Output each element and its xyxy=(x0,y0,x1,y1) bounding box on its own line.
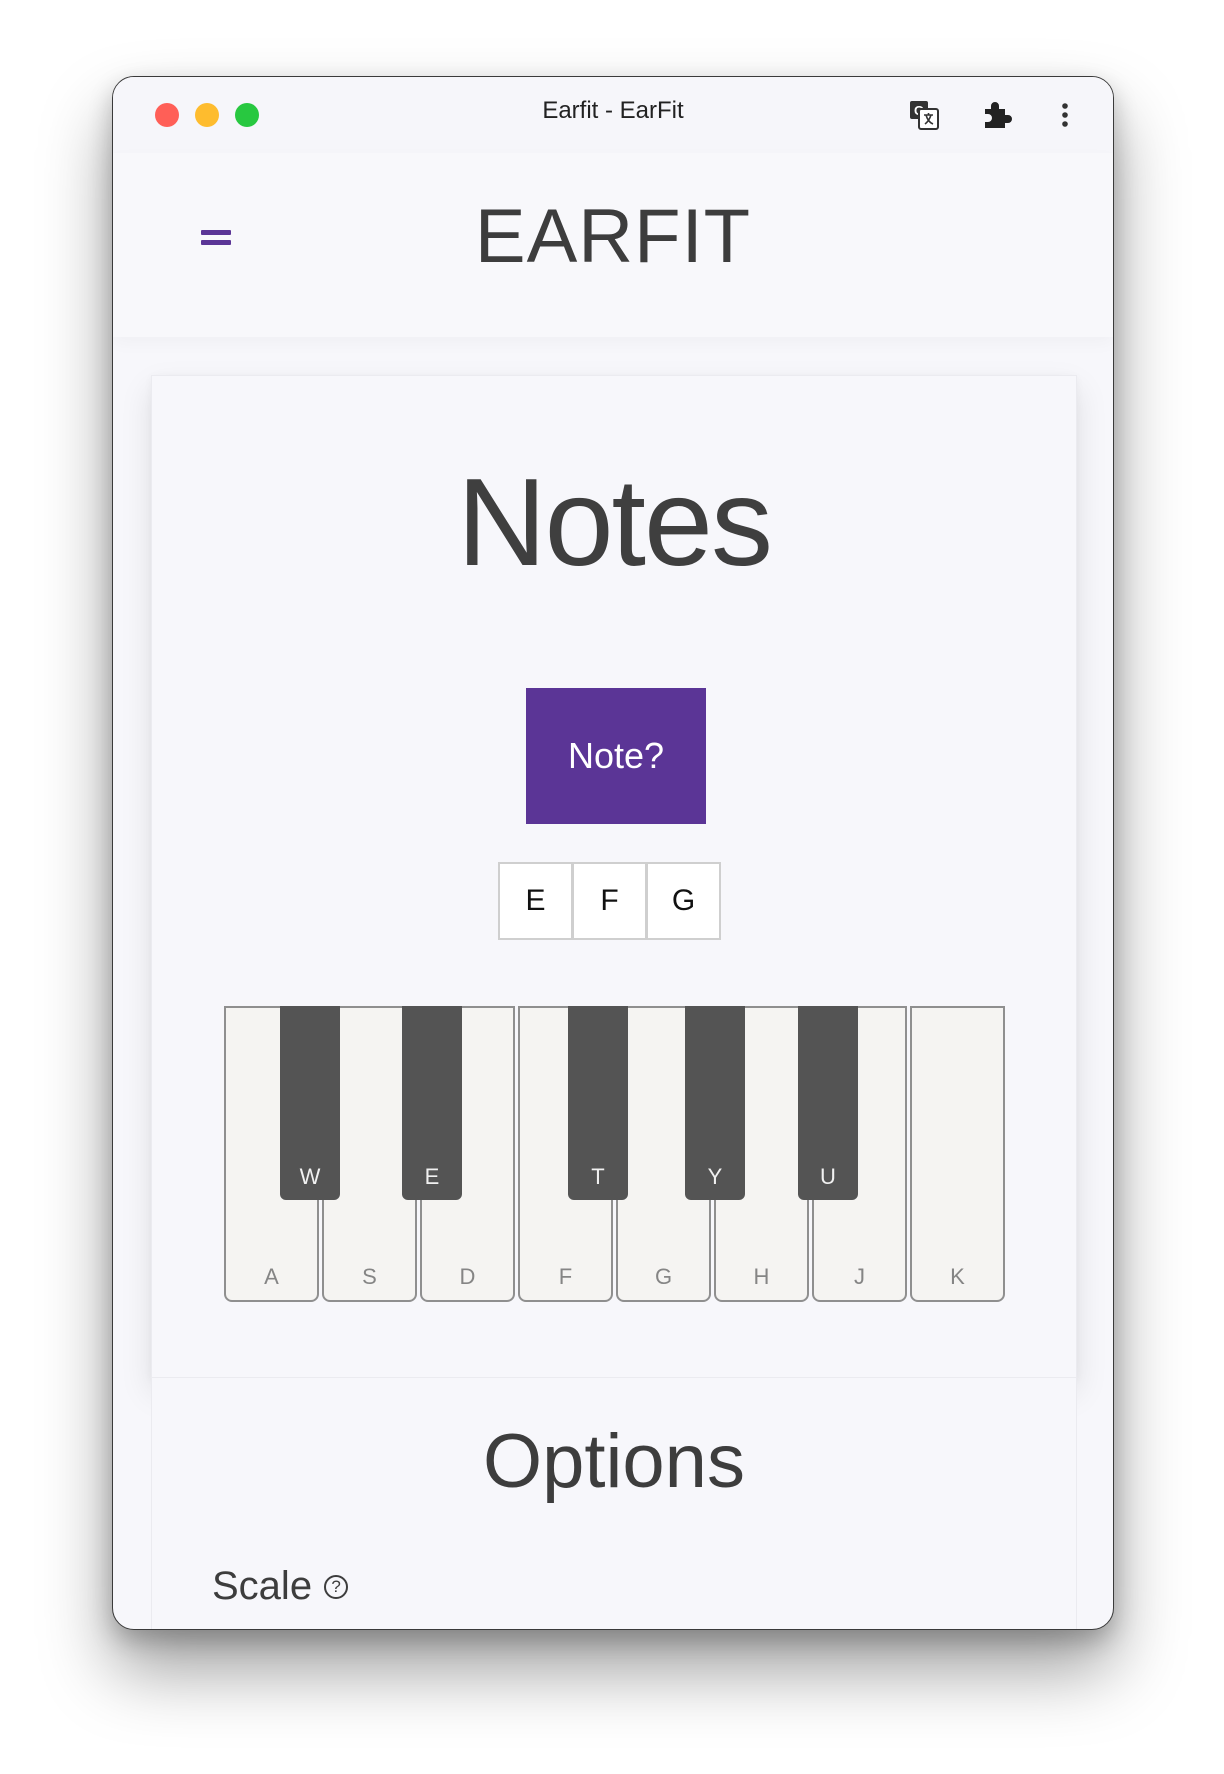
answer-choices: E F G xyxy=(498,862,721,940)
black-key-w[interactable]: W xyxy=(280,1006,340,1200)
exercise-card: Notes Note? E F G A S D F G H J K W E T … xyxy=(151,375,1077,1379)
key-label: A xyxy=(264,1264,279,1289)
more-vertical-icon[interactable] xyxy=(1055,98,1075,132)
black-key-t[interactable]: T xyxy=(568,1006,628,1200)
key-label: D xyxy=(459,1264,476,1289)
options-card: Options Scale ? xyxy=(151,1377,1077,1629)
key-label: J xyxy=(854,1264,865,1289)
key-label: K xyxy=(950,1264,965,1289)
translate-icon[interactable]: G xyxy=(907,98,941,132)
help-icon[interactable]: ? xyxy=(324,1574,349,1599)
key-label: S xyxy=(362,1264,377,1289)
scale-label: Scale xyxy=(212,1564,313,1608)
options-heading: Options xyxy=(483,1419,745,1504)
brand-title: EARFIT xyxy=(474,194,752,279)
black-key-y[interactable]: Y xyxy=(685,1006,745,1200)
key-label: W xyxy=(299,1164,321,1189)
answer-choice-e[interactable]: E xyxy=(498,862,573,940)
key-label: F xyxy=(558,1264,573,1289)
key-label: G xyxy=(654,1264,673,1289)
app-header: EARFIT xyxy=(113,153,1113,337)
exercise-heading: Notes xyxy=(457,454,773,592)
play-note-button[interactable]: Note? xyxy=(526,688,706,824)
key-label: U xyxy=(820,1164,836,1189)
browser-window: Earfit - EarFit G EARFIT Notes Note? E F… xyxy=(112,76,1114,1630)
piano-keyboard: A S D F G H J K W E T Y U xyxy=(224,1006,1005,1302)
key-label: Y xyxy=(707,1164,723,1189)
black-key-u[interactable]: U xyxy=(798,1006,858,1200)
key-label: T xyxy=(591,1164,605,1189)
scale-option: Scale ? xyxy=(212,1564,349,1609)
key-label: H xyxy=(753,1264,770,1289)
white-key-k[interactable]: K xyxy=(910,1006,1005,1302)
puzzle-extension-icon[interactable] xyxy=(979,98,1013,132)
answer-choice-g[interactable]: G xyxy=(646,862,721,940)
window-title: Earfit - EarFit xyxy=(542,97,684,124)
answer-choice-f[interactable]: F xyxy=(572,862,647,940)
title-bar: Earfit - EarFit G xyxy=(113,77,1113,153)
black-key-e[interactable]: E xyxy=(402,1006,462,1200)
key-label: E xyxy=(424,1164,440,1189)
